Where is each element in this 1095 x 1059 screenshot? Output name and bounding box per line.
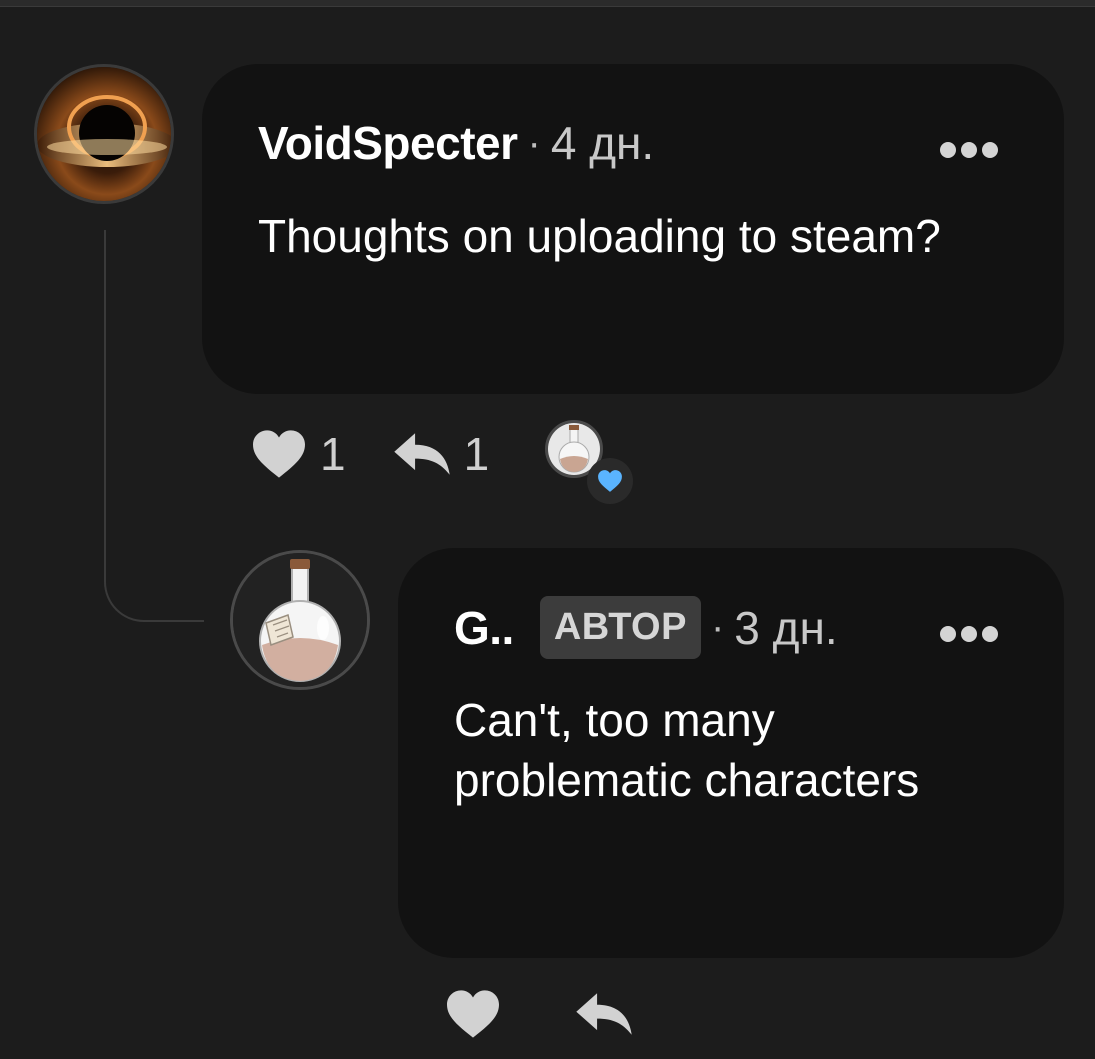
like-count: 1 (320, 428, 346, 480)
comment-actions: 1 1 (250, 420, 634, 504)
comment-text: Thoughts on uploading to steam? (258, 210, 941, 262)
more-dots-icon[interactable] (940, 142, 998, 158)
author-badge: АВТОР (539, 596, 701, 659)
reply-count: 1 (463, 428, 490, 480)
comment-time: 4 дн. (550, 117, 655, 169)
reaction-avatar[interactable] (545, 420, 634, 504)
meta-separator: · (710, 605, 725, 649)
top-divider (0, 0, 1095, 7)
avatar-image (37, 67, 171, 201)
reply-arrow-icon[interactable] (392, 430, 452, 478)
comment-bubble: VoidSpecter · 4 дн. Thoughts on uploadin… (202, 64, 1064, 394)
comment-text: Can't, too many problematic characters (454, 694, 920, 806)
meta-separator: · (527, 120, 541, 165)
heart-icon[interactable] (444, 988, 502, 1040)
heart-icon[interactable] (250, 428, 308, 480)
heart-reaction-icon (587, 458, 634, 504)
avatar-author[interactable] (230, 550, 370, 690)
thread-connector-line (104, 230, 204, 622)
comment-actions (444, 988, 634, 1040)
more-dots-icon[interactable] (940, 626, 998, 642)
comment-time: 3 дн. (734, 601, 838, 654)
avatar-image (233, 553, 367, 687)
comment-meta: G.. АВТОР · 3 дн. (454, 596, 838, 659)
reply-arrow-icon[interactable] (574, 990, 634, 1038)
author-name[interactable]: G.. (454, 601, 514, 655)
author-name[interactable]: VoidSpecter (258, 116, 518, 170)
avatar-voidspecter[interactable] (34, 64, 174, 204)
reply-bubble: G.. АВТОР · 3 дн. Can't, too many proble… (398, 548, 1064, 958)
comment-meta: VoidSpecter · 4 дн. (258, 116, 654, 170)
